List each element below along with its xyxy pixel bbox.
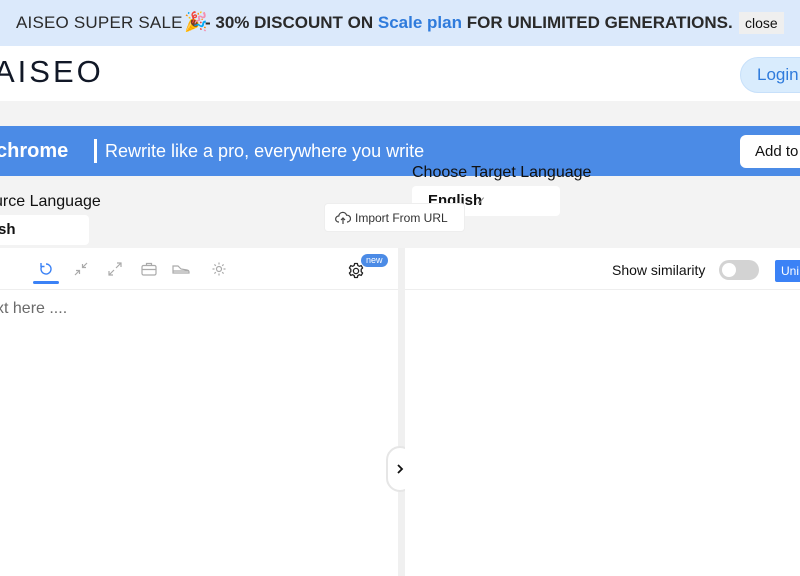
pane-divider[interactable]	[398, 248, 405, 576]
toggle-knob	[722, 263, 736, 277]
cloud-upload-icon	[335, 211, 351, 224]
promo-tail: FOR UNLIMITED GENERATIONS.	[461, 13, 733, 32]
input-pane[interactable]: new xt here ....	[0, 248, 398, 576]
new-badge: new	[361, 254, 388, 267]
show-similarity-label: Show similarity	[612, 262, 706, 278]
briefcase-icon[interactable]	[140, 260, 158, 278]
expand-icon[interactable]	[106, 260, 124, 278]
chrome-brand: chrome	[0, 140, 69, 162]
source-language-select[interactable]: sh	[0, 215, 89, 245]
uni-button[interactable]: Uni	[775, 260, 800, 282]
source-language-label: urce Language	[0, 193, 101, 210]
login-button[interactable]: Login	[740, 57, 800, 93]
add-to-chrome-button[interactable]: Add to	[740, 135, 800, 168]
promo-offer: - 30% DISCOUNT ON Scale plan FOR UNLIMIT…	[205, 13, 733, 33]
promo-lead: AISEO SUPER SALE	[16, 13, 183, 32]
chrome-extension-bar: chrome Rewrite like a pro, everywhere yo…	[0, 126, 800, 176]
sun-icon[interactable]	[210, 260, 228, 278]
input-placeholder: xt here ....	[0, 300, 68, 317]
shorten-icon[interactable]	[72, 260, 90, 278]
promo-discount: 30% DISCOUNT ON	[215, 13, 378, 32]
similarity-toggle[interactable]	[719, 260, 759, 280]
output-toolbar: Show similarity Uni	[405, 248, 800, 290]
promo-banner: AISEO SUPER SALE 🎉 - 30% DISCOUNT ON Sca…	[0, 0, 800, 46]
site-header: AISEO Login	[0, 46, 800, 101]
import-from-url-button[interactable]: Import From URL	[325, 204, 464, 231]
promo-plan-link[interactable]: Scale plan	[378, 13, 462, 32]
shoe-icon[interactable]	[172, 260, 190, 278]
chrome-tagline-text: Rewrite like a pro, everywhere you write	[105, 141, 425, 161]
target-language-label: Choose Target Language	[412, 164, 592, 181]
promo-dash: -	[205, 13, 216, 32]
promo-close-button[interactable]: close	[739, 12, 784, 34]
checkmark-icon: ✓	[476, 194, 487, 208]
rewrite-icon[interactable]	[37, 260, 55, 278]
import-label: Import From URL	[355, 210, 448, 225]
chrome-tagline: Rewrite like a pro, everywhere you write	[95, 141, 424, 162]
active-tool-indicator	[33, 281, 59, 284]
output-pane: Show similarity Uni	[405, 248, 800, 576]
site-logo[interactable]: AISEO	[0, 54, 104, 90]
input-toolbar: new	[0, 248, 398, 290]
